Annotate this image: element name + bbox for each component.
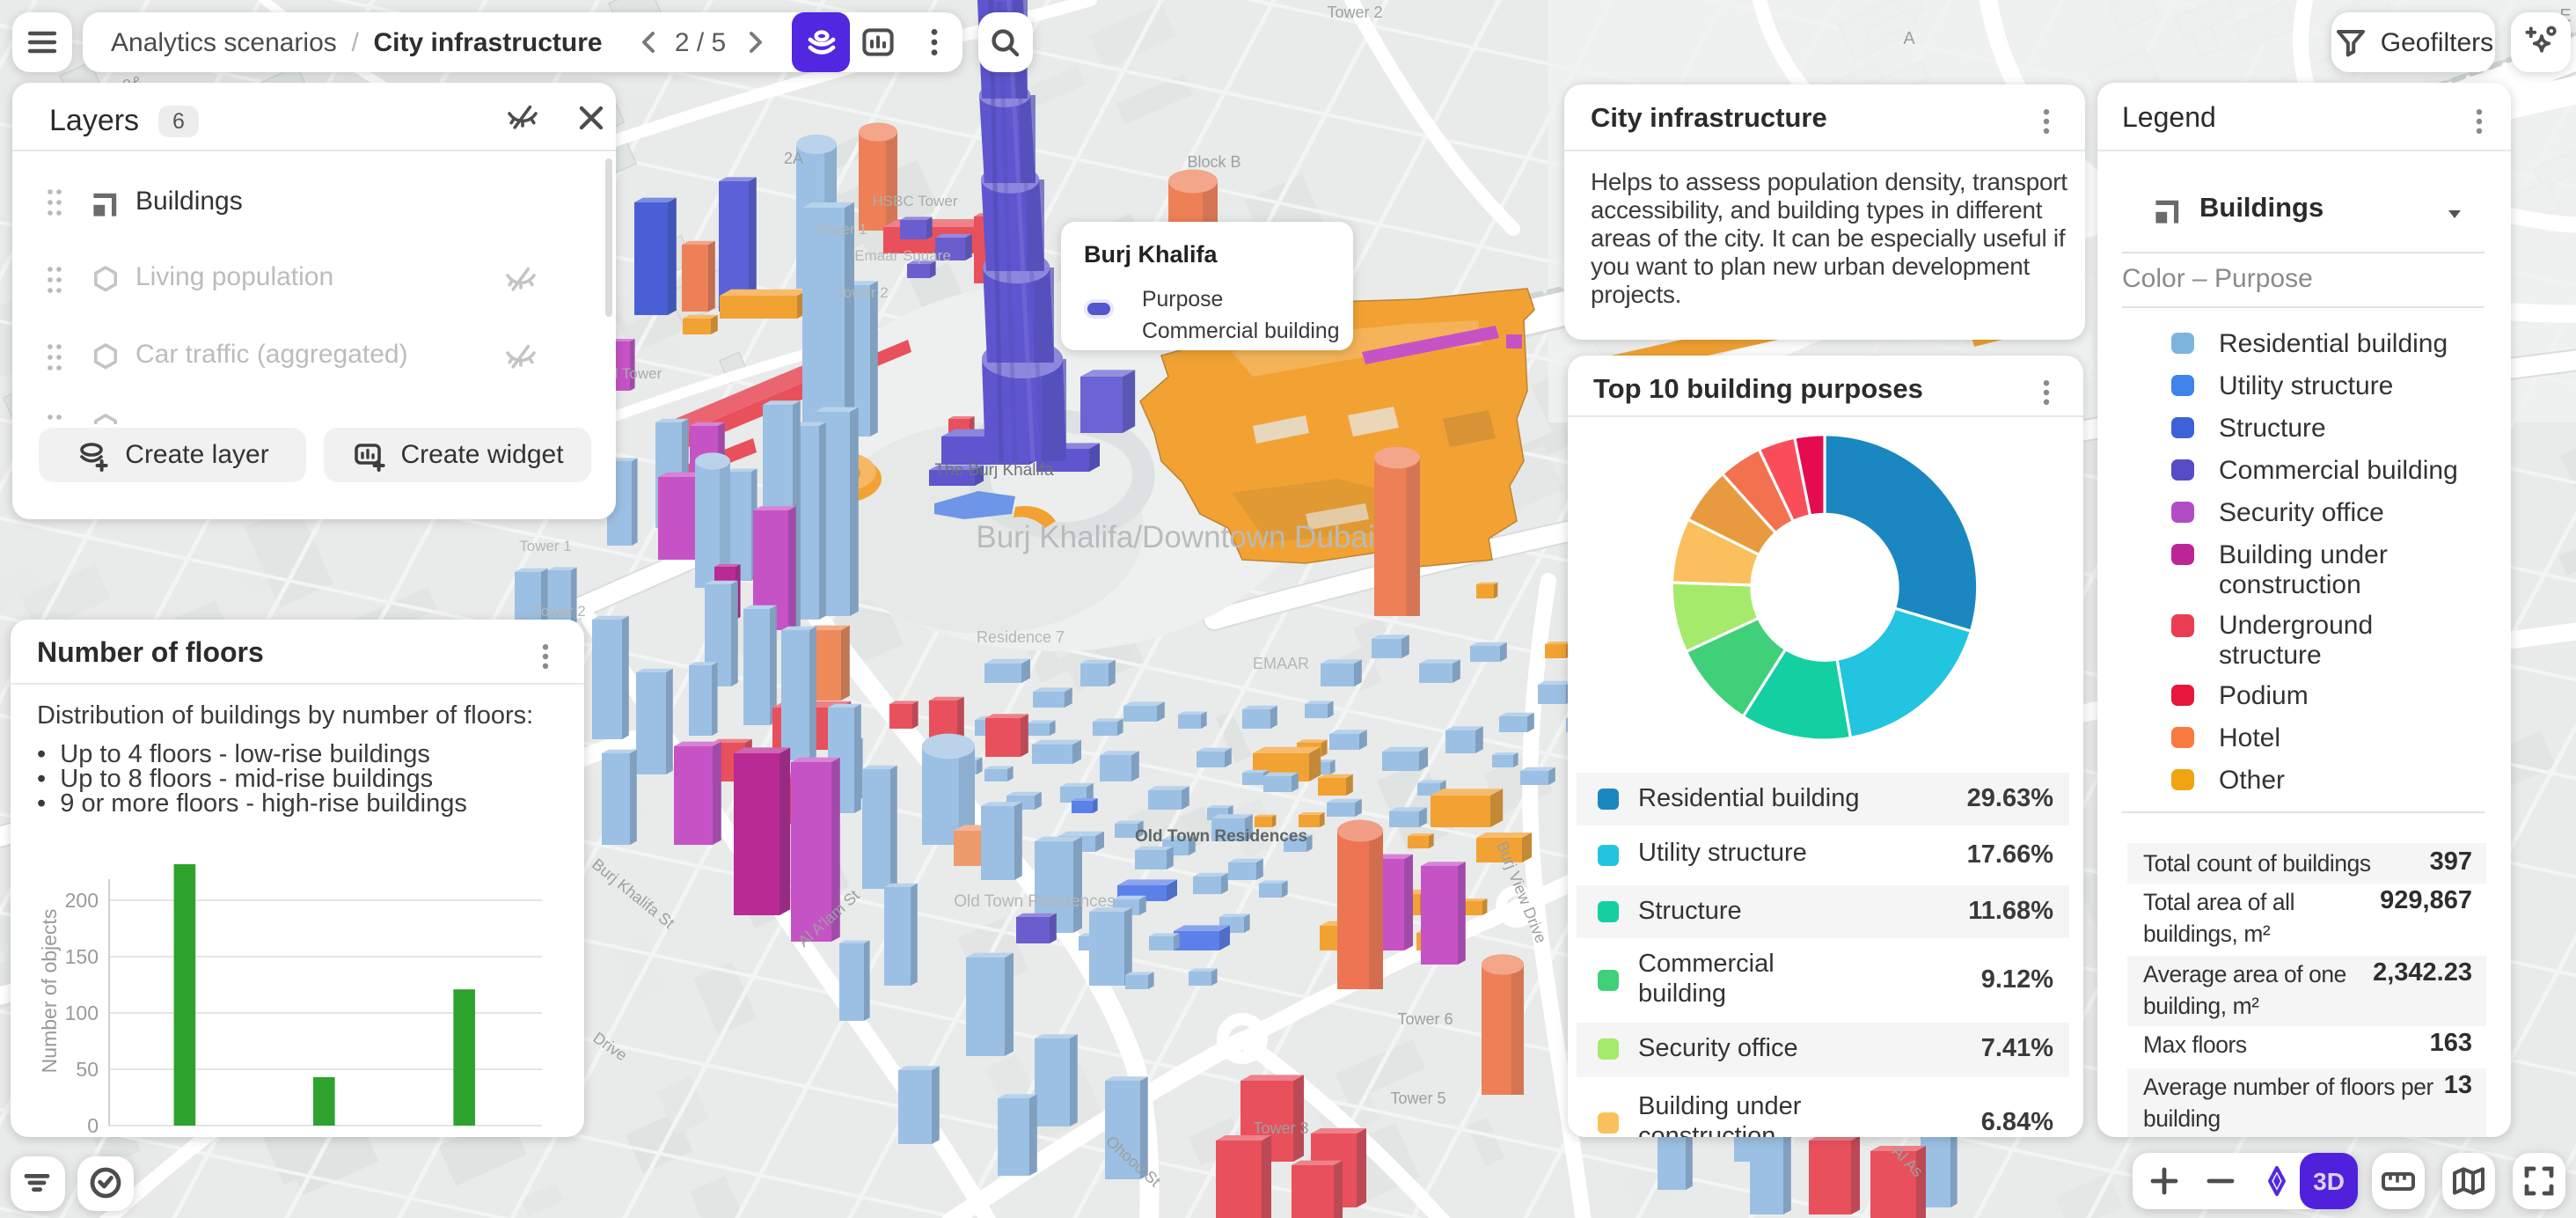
- svg-text:50: 50: [76, 1058, 99, 1081]
- svg-text:Tower 6: Tower 6: [1397, 1010, 1453, 1028]
- svg-text:HSBC Tower: HSBC Tower: [873, 193, 958, 209]
- svg-text:150: 150: [65, 945, 99, 968]
- svg-text:The Burj Khalifa: The Burj Khalifa: [934, 461, 1054, 480]
- svg-text:0: 0: [87, 1114, 99, 1137]
- svg-text:Emaar Square: Emaar Square: [854, 247, 951, 264]
- svg-text:Number of objects: Number of objects: [38, 909, 61, 1074]
- svg-text:Tower 2: Tower 2: [836, 284, 889, 301]
- svg-text:Tower 3: Tower 3: [1253, 1119, 1308, 1137]
- svg-text:200: 200: [65, 889, 99, 912]
- svg-text:Residence 7: Residence 7: [977, 628, 1065, 646]
- svg-text:EMAAR: EMAAR: [1253, 655, 1309, 672]
- svg-text:Block B: Block B: [1187, 153, 1240, 171]
- svg-text:Tower 5: Tower 5: [1390, 1090, 1445, 1107]
- svg-text:Old Town Residences: Old Town Residences: [954, 892, 1115, 911]
- svg-text:100: 100: [65, 1002, 99, 1024]
- svg-text:Tower 1: Tower 1: [519, 538, 572, 554]
- svg-text:Tower 1: Tower 1: [815, 221, 867, 238]
- svg-text:2A: 2A: [784, 150, 803, 167]
- svg-text:Tower 2: Tower 2: [533, 603, 586, 620]
- svg-text:A: A: [1903, 29, 1915, 48]
- svg-text:Old Town Residences: Old Town Residences: [1135, 827, 1307, 846]
- svg-text:Tower 2: Tower 2: [1327, 4, 1382, 21]
- svg-text:Burj Khalifa/Downtown Dubai: Burj Khalifa/Downtown Dubai: [976, 520, 1374, 554]
